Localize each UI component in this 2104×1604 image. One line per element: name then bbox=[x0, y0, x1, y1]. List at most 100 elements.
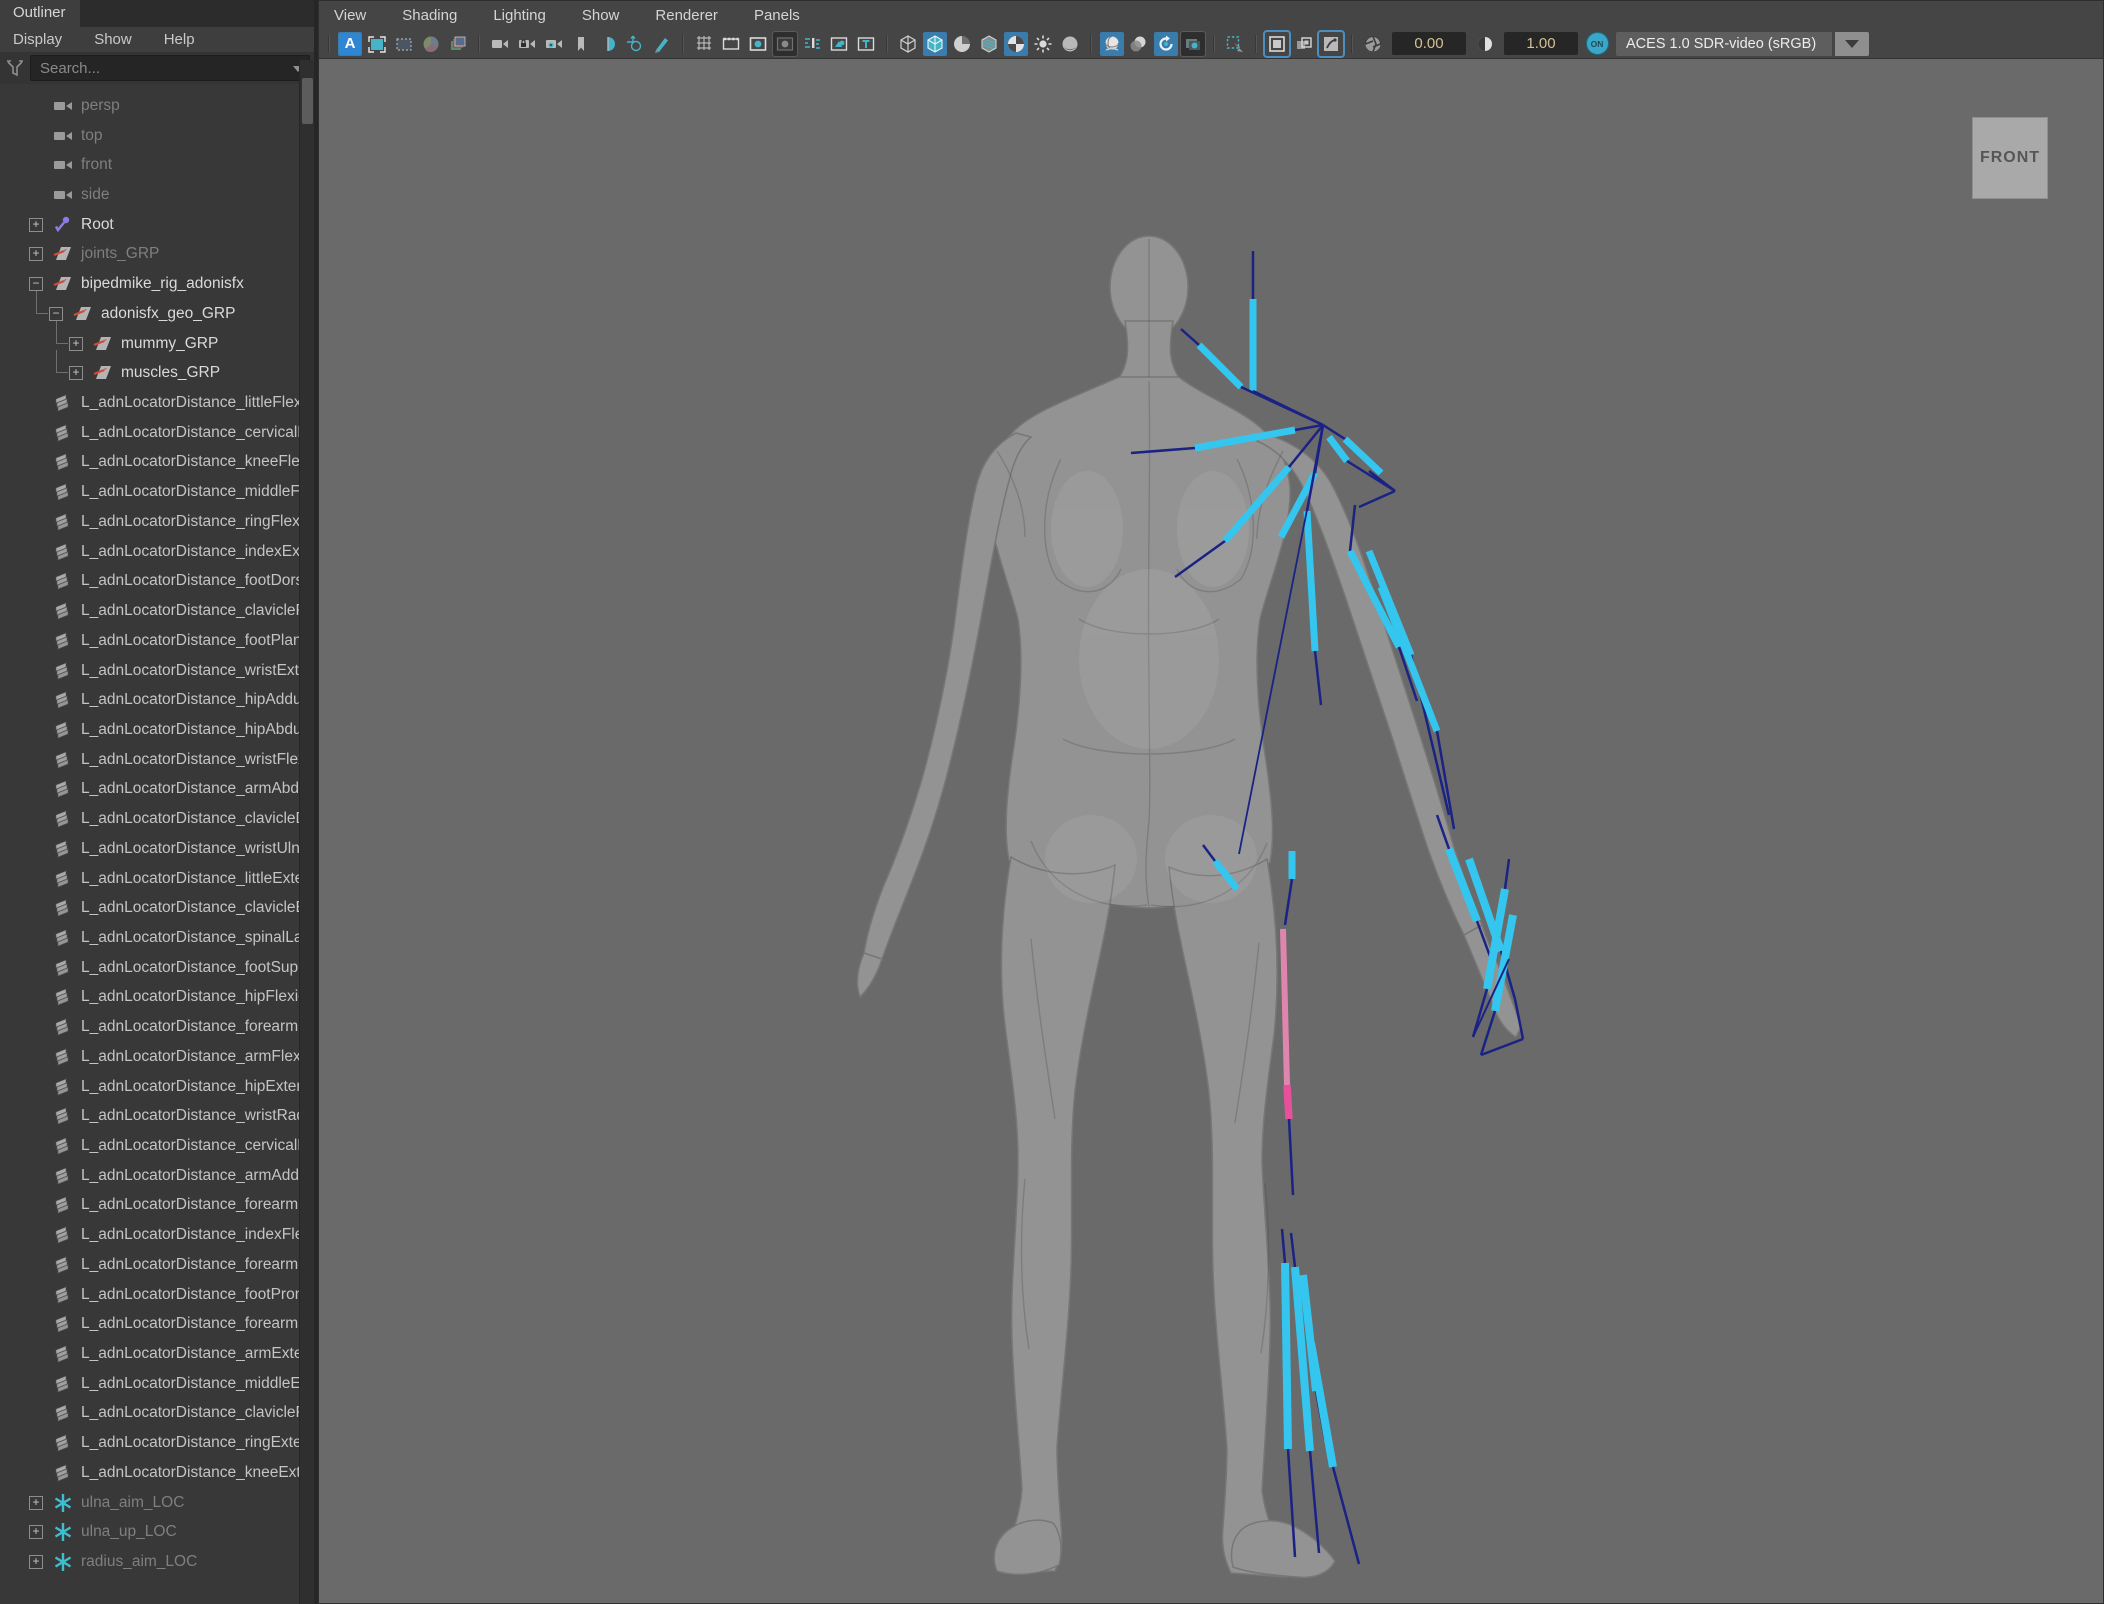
camera-attributes-icon[interactable] bbox=[542, 32, 566, 56]
tree-item-L_adnLocatorDistance_spinalLateralFlexion1[interactable]: L_adnLocatorDistance_spinalLateralFlexio… bbox=[0, 923, 314, 953]
viewport-menu-renderer[interactable]: Renderer bbox=[655, 7, 718, 24]
image-layers-icon[interactable] bbox=[446, 32, 470, 56]
tree-item-L_adnLocatorDistance_wristFlexion1[interactable]: L_adnLocatorDistance_wristFlexion1 bbox=[0, 745, 314, 775]
tree-item-L_adnLocatorDistance_middleExtension11[interactable]: L_adnLocatorDistance_middleExtension11 bbox=[0, 1369, 314, 1399]
expand-toggle[interactable]: + bbox=[69, 337, 83, 351]
tree-item-ulna_aim_LOC[interactable]: +ulna_aim_LOC bbox=[0, 1488, 314, 1518]
contrast-field[interactable]: 1.00 bbox=[1504, 32, 1578, 55]
tree-item-ulna_up_LOC[interactable]: +ulna_up_LOC bbox=[0, 1518, 314, 1548]
textured-icon[interactable] bbox=[1004, 32, 1028, 56]
tree-item-L_adnLocatorDistance_wristExtension1[interactable]: L_adnLocatorDistance_wristExtension1 bbox=[0, 656, 314, 686]
use-all-lights-icon[interactable] bbox=[1031, 32, 1055, 56]
safe-action-icon[interactable] bbox=[827, 32, 851, 56]
panel-layout-icon[interactable] bbox=[1265, 32, 1289, 56]
viewport-menu-view[interactable]: View bbox=[334, 7, 366, 24]
tree-item-L_adnLocatorDistance_hipFlexion1[interactable]: L_adnLocatorDistance_hipFlexion1 bbox=[0, 983, 314, 1013]
colorspace-select[interactable]: ACES 1.0 SDR-video (sRGB) bbox=[1616, 32, 1832, 56]
tree-item-L_adnLocatorDistance_littleExtension1[interactable]: L_adnLocatorDistance_littleExtension1 bbox=[0, 864, 314, 894]
tree-item-side[interactable]: side bbox=[0, 180, 314, 210]
expand-toggle[interactable]: − bbox=[49, 307, 63, 321]
color-management-toggle[interactable]: ON bbox=[1585, 32, 1609, 56]
exposure-field[interactable]: 0.00 bbox=[1392, 32, 1466, 55]
tree-item-L_adnLocatorDistance_clavicleRetraction1[interactable]: L_adnLocatorDistance_clavicleRetraction1 bbox=[0, 1399, 314, 1429]
expand-toggle[interactable]: + bbox=[69, 366, 83, 380]
grease-pencil-icon[interactable] bbox=[596, 32, 620, 56]
bookmark-icon[interactable] bbox=[569, 32, 593, 56]
lock-camera-icon[interactable] bbox=[515, 32, 539, 56]
expand-toggle[interactable]: + bbox=[29, 218, 43, 232]
shadows-icon[interactable] bbox=[1058, 32, 1082, 56]
tree-item-L_adnLocatorDistance_kneeExtension1[interactable]: L_adnLocatorDistance_kneeExtension1 bbox=[0, 1458, 314, 1488]
tree-item-L_adnLocatorDistance_forearmExtension1[interactable]: L_adnLocatorDistance_forearmExtension1 bbox=[0, 1250, 314, 1280]
tree-item-top[interactable]: top bbox=[0, 121, 314, 151]
smooth-shade-all-icon[interactable] bbox=[950, 32, 974, 56]
viewport-menu-panels[interactable]: Panels bbox=[754, 7, 800, 24]
color-wheel-icon[interactable] bbox=[419, 32, 443, 56]
tree-item-L_adnLocatorDistance_clavicleDepression1[interactable]: L_adnLocatorDistance_clavicleDepression1 bbox=[0, 804, 314, 834]
tree-item-L_adnLocatorDistance_indexFlexion1[interactable]: L_adnLocatorDistance_indexFlexion1 bbox=[0, 1220, 314, 1250]
select-camera-icon[interactable] bbox=[488, 32, 512, 56]
tree-item-L_adnLocatorDistance_armFlexion1[interactable]: L_adnLocatorDistance_armFlexion1 bbox=[0, 1042, 314, 1072]
tree-item-L_adnLocatorDistance_forearmPronation1[interactable]: L_adnLocatorDistance_forearmPronation1 bbox=[0, 1191, 314, 1221]
pencil-tool-icon[interactable] bbox=[650, 32, 674, 56]
tree-item-L_adnLocatorDistance_hipExtension1[interactable]: L_adnLocatorDistance_hipExtension1 bbox=[0, 1072, 314, 1102]
expand-toggle[interactable]: + bbox=[29, 1496, 43, 1510]
wireframe-on-shaded-icon[interactable] bbox=[977, 32, 1001, 56]
tree-item-front[interactable]: front bbox=[0, 150, 314, 180]
viewport-3d-view[interactable]: FRONT bbox=[319, 59, 2103, 1603]
tree-item-L_adnLocatorDistance_armAbduction1[interactable]: L_adnLocatorDistance_armAbduction1 bbox=[0, 775, 314, 805]
tree-item-L_adnLocatorDistance_armExtension1[interactable]: L_adnLocatorDistance_armExtension1 bbox=[0, 1339, 314, 1369]
film-gate-icon[interactable] bbox=[719, 32, 743, 56]
wireframe-icon[interactable] bbox=[896, 32, 920, 56]
tree-item-L_adnLocatorDistance_cervicalBending1[interactable]: L_adnLocatorDistance_cervicalBending1 bbox=[0, 418, 314, 448]
field-chart-icon[interactable] bbox=[800, 32, 824, 56]
screen-space-ao-icon[interactable] bbox=[1100, 32, 1124, 56]
panel-lasso-icon[interactable] bbox=[1319, 32, 1343, 56]
shaded-icon[interactable] bbox=[923, 32, 947, 56]
tree-item-L_adnLocatorDistance_footSupination1[interactable]: L_adnLocatorDistance_footSupination1 bbox=[0, 953, 314, 983]
expand-toggle[interactable]: + bbox=[29, 1555, 43, 1569]
tree-item-L_adnLocatorDistance_forearmSupination1[interactable]: L_adnLocatorDistance_forearmSupination1 bbox=[0, 1309, 314, 1339]
tree-item-L_adnLocatorDistance_hipAdduction1[interactable]: L_adnLocatorDistance_hipAdduction1 bbox=[0, 685, 314, 715]
tree-item-L_adnLocatorDistance_hipAbduction1[interactable]: L_adnLocatorDistance_hipAbduction1 bbox=[0, 715, 314, 745]
outliner-scrollbar[interactable] bbox=[299, 60, 314, 1604]
tree-item-L_adnLocatorDistance_clavicleElevation1[interactable]: L_adnLocatorDistance_clavicleElevation1 bbox=[0, 893, 314, 923]
motion-blur-icon[interactable] bbox=[1127, 32, 1151, 56]
scrollbar-thumb[interactable] bbox=[302, 78, 313, 124]
safe-title-icon[interactable] bbox=[854, 32, 878, 56]
panel-layout-small-icon[interactable] bbox=[1292, 32, 1316, 56]
annotate-a-icon[interactable]: A bbox=[338, 32, 362, 56]
marquee-region-icon[interactable] bbox=[392, 32, 416, 56]
pivot-tool-icon[interactable] bbox=[623, 32, 647, 56]
fit-gate-icon[interactable] bbox=[365, 32, 389, 56]
tree-item-radius_aim_LOC[interactable]: +radius_aim_LOC bbox=[0, 1547, 314, 1577]
tree-item-L_adnLocatorDistance_armAdduction1[interactable]: L_adnLocatorDistance_armAdduction1 bbox=[0, 1161, 314, 1191]
resolution-gate-icon[interactable] bbox=[746, 32, 770, 56]
tree-item-mummy_GRP[interactable]: +mummy_GRP bbox=[0, 329, 314, 359]
gate-mask-icon[interactable] bbox=[773, 32, 797, 56]
expand-toggle[interactable]: − bbox=[29, 277, 43, 291]
outliner-menu-help[interactable]: Help bbox=[164, 31, 195, 48]
anti-aliasing-icon[interactable] bbox=[1154, 32, 1178, 56]
tree-item-L_adnLocatorDistance_forearmFlexion1[interactable]: L_adnLocatorDistance_forearmFlexion1 bbox=[0, 1012, 314, 1042]
tree-item-L_adnLocatorDistance_indexExtension1[interactable]: L_adnLocatorDistance_indexExtension1 bbox=[0, 537, 314, 567]
tree-item-L_adnLocatorDistance_footPronation1[interactable]: L_adnLocatorDistance_footPronation1 bbox=[0, 1280, 314, 1310]
tree-item-L_adnLocatorDistance_wristUlnarDeviation1[interactable]: L_adnLocatorDistance_wristUlnarDeviation… bbox=[0, 834, 314, 864]
colorspace-dropdown-arrow[interactable] bbox=[1835, 32, 1869, 56]
tree-item-L_adnLocatorDistance_wristRadialDeviation1[interactable]: L_adnLocatorDistance_wristRadialDeviatio… bbox=[0, 1101, 314, 1131]
viewport-menu-shading[interactable]: Shading bbox=[402, 7, 457, 24]
filter-icon[interactable] bbox=[0, 58, 30, 78]
tree-item-L_adnLocatorDistance_footDorsiflexion1[interactable]: L_adnLocatorDistance_footDorsiflexion1 bbox=[0, 567, 314, 597]
grid-icon[interactable] bbox=[692, 32, 716, 56]
viewport-menu-lighting[interactable]: Lighting bbox=[493, 7, 546, 24]
viewport-menu-show[interactable]: Show bbox=[582, 7, 620, 24]
expand-toggle[interactable]: + bbox=[29, 247, 43, 261]
tree-item-joints_GRP[interactable]: +joints_GRP bbox=[0, 240, 314, 270]
isolate-select-icon[interactable] bbox=[1223, 32, 1247, 56]
outliner-menu-display[interactable]: Display bbox=[13, 31, 62, 48]
expand-toggle[interactable]: + bbox=[29, 1525, 43, 1539]
outliner-tab[interactable]: Outliner bbox=[0, 0, 80, 27]
tree-item-L_adnLocatorDistance_cervicalRotation1[interactable]: L_adnLocatorDistance_cervicalRotation1 bbox=[0, 1131, 314, 1161]
outliner-menu-show[interactable]: Show bbox=[94, 31, 132, 48]
contrast-icon[interactable] bbox=[1473, 32, 1497, 56]
